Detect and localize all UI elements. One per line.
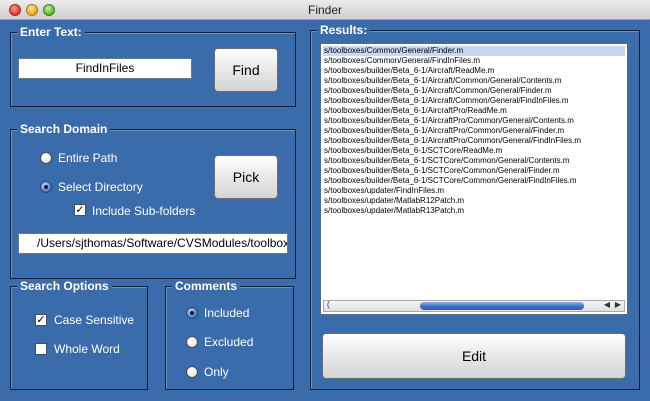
- comments-excluded-label[interactable]: Excluded: [204, 335, 253, 349]
- directory-path-input[interactable]: /Users/sjthomas/Software/CVSModules/tool…: [18, 233, 288, 254]
- results-title: Results:: [317, 23, 371, 37]
- case-sensitive-checkbox[interactable]: ✓: [35, 314, 47, 326]
- case-sensitive-label[interactable]: Case Sensitive: [54, 313, 134, 327]
- whole-word-label[interactable]: Whole Word: [54, 342, 120, 356]
- whole-word-checkbox[interactable]: [35, 343, 47, 355]
- select-directory-label[interactable]: Select Directory: [58, 180, 143, 194]
- comments-included-radio[interactable]: [186, 307, 198, 319]
- comments-only-label[interactable]: Only: [204, 365, 229, 379]
- comments-excluded-radio[interactable]: [186, 336, 198, 348]
- result-item[interactable]: s/toolboxes/builder/Beta_6-1/SCTCore/Rea…: [323, 146, 625, 156]
- enter-text-panel: Enter Text: FindInFiles Find: [10, 25, 296, 107]
- horizontal-scrollbar[interactable]: ( ◀ ▶: [323, 300, 625, 312]
- results-items: s/toolboxes/Common/General/Finder.m s/too…: [323, 46, 625, 216]
- search-domain-title: Search Domain: [17, 122, 111, 136]
- result-item[interactable]: s/toolboxes/builder/Beta_6-1/SCTCore/Com…: [323, 166, 625, 176]
- window-content: Enter Text: FindInFiles Find Search Doma…: [0, 20, 650, 401]
- window-title: Finder: [307, 3, 342, 17]
- search-options-title: Search Options: [17, 279, 112, 293]
- result-item[interactable]: s/toolboxes/builder/Beta_6-1/SCTCore/Com…: [323, 156, 625, 166]
- result-item[interactable]: s/toolboxes/builder/Beta_6-1/AircraftPro…: [323, 116, 625, 126]
- result-item[interactable]: s/toolboxes/builder/Beta_6-1/AircraftPro…: [323, 106, 625, 116]
- enter-text-title: Enter Text:: [17, 25, 85, 39]
- comments-title: Comments: [172, 279, 241, 293]
- results-panel: Results: s/toolboxes/Common/General/Find…: [310, 23, 640, 390]
- search-domain-panel: Search Domain Entire Path Select Directo…: [10, 122, 296, 279]
- scrollbar-thumb[interactable]: [420, 302, 584, 310]
- comments-only-radio[interactable]: [186, 366, 198, 378]
- scroll-left-icon[interactable]: ◀: [604, 300, 610, 309]
- scroll-right-icon[interactable]: ▶: [615, 300, 621, 309]
- scroll-left-arrow-icon[interactable]: (: [327, 300, 330, 309]
- edit-button[interactable]: Edit: [322, 333, 626, 379]
- include-subfolders-checkbox[interactable]: ✓: [74, 204, 86, 216]
- results-list[interactable]: s/toolboxes/Common/General/Finder.m s/too…: [320, 43, 628, 315]
- title-bar[interactable]: Finder: [0, 0, 650, 20]
- result-item[interactable]: s/toolboxes/updater/MatlabR12Patch.m: [323, 196, 625, 206]
- result-item[interactable]: s/toolboxes/builder/Beta_6-1/Aircraft/Re…: [323, 66, 625, 76]
- result-item[interactable]: s/toolboxes/builder/Beta_6-1/AircraftPro…: [323, 136, 625, 146]
- comments-included-label[interactable]: Included: [204, 306, 249, 320]
- result-item[interactable]: s/toolboxes/builder/Beta_6-1/AircraftPro…: [323, 126, 625, 136]
- result-item[interactable]: s/toolboxes/Common/General/Finder.m: [323, 46, 625, 56]
- select-directory-radio[interactable]: [40, 181, 52, 193]
- include-subfolders-label[interactable]: Include Sub-folders: [92, 204, 195, 218]
- entire-path-radio[interactable]: [40, 152, 52, 164]
- result-item[interactable]: s/toolboxes/builder/Beta_6-1/SCTCore/Com…: [323, 176, 625, 186]
- search-options-panel: Search Options ✓ Case Sensitive Whole Wo…: [10, 279, 148, 390]
- find-button[interactable]: Find: [214, 48, 278, 92]
- result-item[interactable]: s/toolboxes/builder/Beta_6-1/Aircraft/Co…: [323, 76, 625, 86]
- result-item[interactable]: s/toolboxes/builder/Beta_6-1/Aircraft/Co…: [323, 96, 625, 106]
- result-item[interactable]: s/toolboxes/updater/FindInFiles.m: [323, 186, 625, 196]
- result-item[interactable]: s/toolboxes/Common/General/FindInFiles.m: [323, 56, 625, 66]
- comments-panel: Comments Included Excluded Only: [165, 279, 294, 390]
- result-item[interactable]: s/toolboxes/updater/MatlabR13Patch.m: [323, 206, 625, 216]
- entire-path-label[interactable]: Entire Path: [58, 151, 117, 165]
- search-text-input[interactable]: FindInFiles: [18, 58, 192, 79]
- pick-button[interactable]: Pick: [214, 155, 278, 199]
- result-item[interactable]: s/toolboxes/builder/Beta_6-1/Aircraft/Co…: [323, 86, 625, 96]
